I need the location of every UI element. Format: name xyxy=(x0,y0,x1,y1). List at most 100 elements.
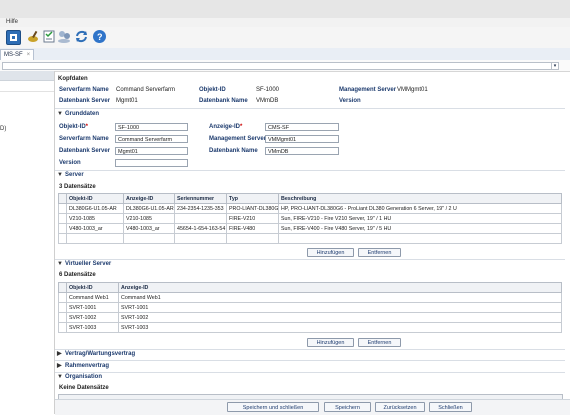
left-navigation-panel: D) xyxy=(0,71,55,414)
reset-button[interactable]: Zurücksetzen xyxy=(375,402,425,412)
row-selector[interactable] xyxy=(58,223,67,234)
table-cell: Sun, FIRE-V400 - Fire V480 Server, 19" /… xyxy=(278,223,562,234)
table-cell: FIRE-V480 xyxy=(226,223,279,234)
select-all-checkbox[interactable] xyxy=(58,193,67,204)
section-header-virtueller-server[interactable]: ▼ Virtueller Server xyxy=(57,261,565,270)
section-title-organisation: Organisation xyxy=(65,374,103,380)
datenbank-name-label: Datenbank Name xyxy=(199,98,248,104)
virtual-remove-button[interactable]: Entfernen xyxy=(358,338,401,347)
table-row[interactable]: DL380G6-U1.05-AR DL380G6-U1.05-AR 234-23… xyxy=(58,203,562,214)
management-server-input[interactable]: VMMgmt01 xyxy=(265,135,339,143)
table-cell: Command Web1 xyxy=(66,292,119,303)
brush-icon[interactable] xyxy=(27,30,40,43)
refresh-icon[interactable] xyxy=(6,30,21,45)
table-row-empty xyxy=(58,233,562,244)
table-cell: SVRT-1001 xyxy=(118,302,562,313)
select-all-checkbox[interactable] xyxy=(58,282,67,293)
toolbar: ? xyxy=(0,27,570,49)
organisation-record-count: Keine Datensätze xyxy=(59,385,109,391)
triangle-right-icon: ▶ xyxy=(57,351,62,357)
divider xyxy=(0,91,54,92)
row-selector[interactable] xyxy=(58,213,67,224)
navigation-input[interactable] xyxy=(2,62,552,70)
datenbank-server-label: Datenbank Server xyxy=(59,98,111,104)
column-header[interactable]: Objekt-ID xyxy=(66,193,124,204)
anzeige-id-input[interactable]: CMS-SF xyxy=(265,123,339,131)
row-selector[interactable] xyxy=(58,312,67,323)
row-selector[interactable] xyxy=(58,203,67,214)
section-title-vertrag: Vertrag/Wartungsvertrag xyxy=(65,351,136,357)
column-header[interactable]: Typ xyxy=(226,193,279,204)
row-selector[interactable] xyxy=(58,322,67,333)
server-add-button[interactable]: Hinzufügen xyxy=(307,248,354,257)
table-cell: V480-1003_ar xyxy=(123,223,175,234)
table-row[interactable]: V210-1085 V210-1085 FIRE-V210 Sun, FIRE-… xyxy=(58,213,562,224)
table-cell: SVRT-1002 xyxy=(66,312,119,323)
save-and-close-button[interactable]: Speichern und schließen xyxy=(227,402,319,412)
objekt-id-field-label-text: Objekt-ID xyxy=(59,124,86,130)
divider xyxy=(55,360,565,361)
row-selector[interactable] xyxy=(58,302,67,313)
users-icon[interactable] xyxy=(57,30,70,43)
help-icon[interactable]: ? xyxy=(93,30,106,43)
table-cell: SVRT-1003 xyxy=(66,322,119,333)
column-header[interactable]: Beschreibung xyxy=(278,193,562,204)
datenbank-server-input[interactable]: Mgmt01 xyxy=(115,147,188,155)
table-row[interactable]: SVRT-1001 SVRT-1001 xyxy=(58,302,562,313)
table-row[interactable]: V480-1003_ar V480-1003_ar 45654-1-654-16… xyxy=(58,223,562,234)
column-header[interactable]: Anzeige-ID xyxy=(118,282,562,293)
table-cell xyxy=(226,233,279,244)
serverfarm-input[interactable]: Command Serverfarm xyxy=(115,135,188,143)
section-header-organisation[interactable]: ▼ Organisation xyxy=(57,374,565,383)
table-cell xyxy=(174,213,227,224)
footer-action-bar: Speichern und schließen Speichern Zurück… xyxy=(55,399,570,415)
row-selector xyxy=(58,233,67,244)
close-icon[interactable]: × xyxy=(27,52,31,58)
chevron-down-icon[interactable]: ▾ xyxy=(551,62,559,70)
column-header[interactable]: Objekt-ID xyxy=(66,282,119,293)
menu-help[interactable]: Hilfe xyxy=(6,19,18,25)
row-selector[interactable] xyxy=(58,292,67,303)
datenbank-name-value: VMmDB xyxy=(256,98,279,104)
objekt-id-input[interactable]: SF-1000 xyxy=(115,123,188,131)
divider xyxy=(55,108,565,109)
objekt-id-label: Objekt-ID xyxy=(199,87,226,93)
section-header-rahmenvertrag[interactable]: ▶ Rahmenvertrag xyxy=(57,362,565,371)
section-header-vertrag[interactable]: ▶ Vertrag/Wartungsvertrag xyxy=(57,350,565,359)
management-server-field-label: Management Server xyxy=(209,136,267,142)
table-row[interactable]: SVRT-1003 SVRT-1003 xyxy=(58,322,562,333)
virtual-add-button[interactable]: Hinzufügen xyxy=(307,338,354,347)
required-marker: * xyxy=(240,124,243,130)
nav-item-fragment[interactable]: D) xyxy=(0,126,6,132)
triangle-down-icon: ▼ xyxy=(57,261,63,267)
table-cell: 45654-1-654-163-54 xyxy=(174,223,227,234)
serverfarm-value: Command Serverfarm xyxy=(116,87,176,93)
section-header-grunddaten[interactable]: ▼ Grunddaten xyxy=(57,111,565,120)
tab-ms-sf[interactable]: MS-SF × xyxy=(0,49,35,60)
version-input[interactable] xyxy=(115,159,188,167)
anzeige-id-field-label: Anzeige-ID* xyxy=(209,124,242,130)
close-button[interactable]: Schließen xyxy=(429,402,472,412)
table-cell: FIRE-V210 xyxy=(226,213,279,224)
table-cell: V210-1085 xyxy=(66,213,124,224)
section-header-server[interactable]: ▼ Server xyxy=(57,172,565,181)
server-remove-button[interactable]: Entfernen xyxy=(358,248,401,257)
table-row[interactable]: Command Web1 Command Web1 xyxy=(58,292,562,303)
datenbank-name-input[interactable]: VMmDB xyxy=(265,147,339,155)
tab-label: MS-SF xyxy=(4,52,23,58)
table-cell xyxy=(123,233,175,244)
column-header[interactable]: Seriennummer xyxy=(174,193,227,204)
anzeige-id-field-label-text: Anzeige-ID xyxy=(209,124,241,130)
table-cell xyxy=(66,233,124,244)
svg-text:?: ? xyxy=(97,32,103,42)
checklist-icon[interactable] xyxy=(43,30,56,43)
table-cell xyxy=(174,233,227,244)
column-header[interactable]: Anzeige-ID xyxy=(123,193,175,204)
sync-icon[interactable] xyxy=(75,30,88,43)
section-title-virtueller-server: Virtueller Server xyxy=(65,261,112,267)
objekt-id-value: SF-1000 xyxy=(256,87,280,93)
save-button[interactable]: Speichern xyxy=(324,402,371,412)
required-marker: * xyxy=(85,124,89,130)
table-cell: Command Web1 xyxy=(118,292,562,303)
table-row[interactable]: SVRT-1002 SVRT-1002 xyxy=(58,312,562,323)
